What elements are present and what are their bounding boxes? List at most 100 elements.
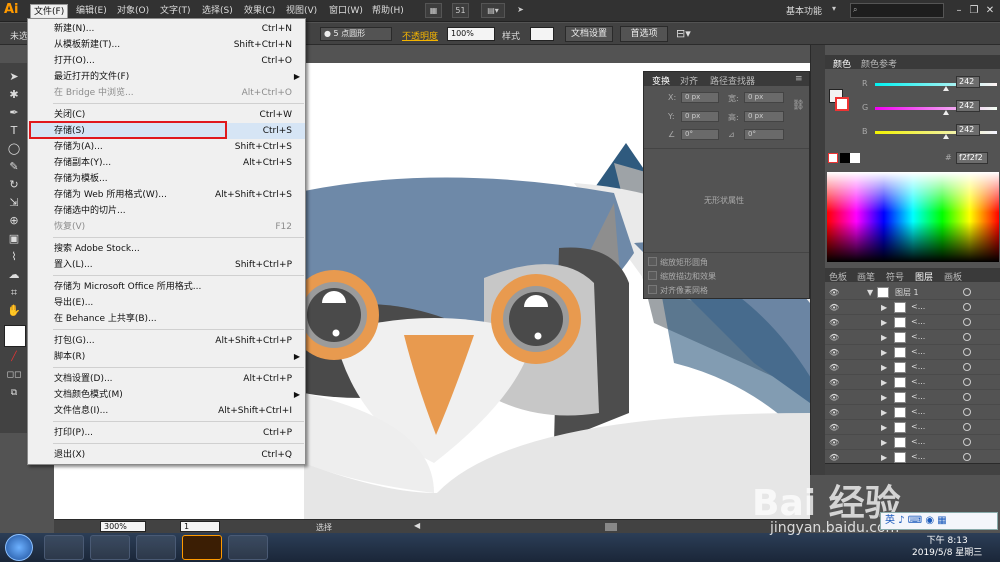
pen-tool-icon[interactable]: ✒ <box>6 105 22 120</box>
workspace-switcher[interactable]: 基本功能 <box>786 4 822 17</box>
white-swatch[interactable] <box>850 153 860 163</box>
target-circle-icon[interactable] <box>963 303 971 311</box>
width-input[interactable]: 0 px <box>744 92 784 103</box>
visibility-eye-icon[interactable]: 👁 <box>829 318 839 327</box>
scale-corners-checkbox[interactable] <box>648 257 657 266</box>
menu-item-save-copy[interactable]: 存储副本(Y)... Alt+Ctrl+S <box>29 155 305 171</box>
tab-transform[interactable]: 变换 <box>652 74 670 87</box>
g-slider-thumb[interactable] <box>943 110 949 115</box>
expand-chevron-icon[interactable]: ▶ <box>881 453 887 462</box>
menu-item-open-recent[interactable]: 最近打开的文件(F) ▶ <box>29 69 305 85</box>
taskbar-illustrator-icon[interactable] <box>182 535 222 560</box>
tab-color-guide[interactable]: 颜色参考 <box>861 57 897 70</box>
taskbar-word-icon[interactable] <box>90 535 130 560</box>
visibility-eye-icon[interactable]: 👁 <box>829 393 839 402</box>
target-circle-icon[interactable] <box>963 348 971 356</box>
stroke-color-swatch[interactable] <box>835 97 849 111</box>
tab-color[interactable]: 颜色 <box>833 57 851 70</box>
minimize-icon[interactable]: – <box>952 4 966 17</box>
visibility-eye-icon[interactable]: 👁 <box>829 288 839 297</box>
menu-item-share-behance[interactable]: 在 Behance 上共享(B)... <box>29 311 305 327</box>
pencil-tool-icon[interactable]: ✎ <box>6 159 22 174</box>
tab-layers[interactable]: 图层 <box>915 270 933 283</box>
horizontal-scrollbar-thumb[interactable] <box>605 523 617 531</box>
b-value-input[interactable]: 242 <box>956 124 980 136</box>
sublayer-row[interactable]: 👁 ▶ <... <box>825 315 1000 330</box>
taskbar-firefox-icon[interactable] <box>136 535 176 560</box>
menu-item-search-stock[interactable]: 搜索 Adobe Stock... <box>29 241 305 257</box>
sublayer-row[interactable]: 👁 ▶ <... <box>825 390 1000 405</box>
target-circle-icon[interactable] <box>963 288 971 296</box>
menu-select[interactable]: 选择(S) <box>199 4 236 19</box>
expand-chevron-icon[interactable]: ▶ <box>881 393 887 402</box>
visibility-eye-icon[interactable]: 👁 <box>829 423 839 432</box>
visibility-eye-icon[interactable]: 👁 <box>829 453 839 462</box>
menu-item-export[interactable]: 导出(E)... <box>29 295 305 311</box>
tab-align[interactable]: 对齐 <box>680 74 698 87</box>
rotate-tool-icon[interactable]: ↻ <box>6 177 22 192</box>
eyedropper-icon[interactable]: ⌇ <box>6 249 22 264</box>
artboard-tool-icon[interactable]: ⌗ <box>6 285 22 300</box>
menu-file[interactable]: 文件(F) <box>30 4 69 19</box>
arrange-icon[interactable]: ⊟▾ <box>676 27 691 40</box>
menu-item-document-setup[interactable]: 文档设置(D)... Alt+Ctrl+P <box>29 371 305 387</box>
scale-tool-icon[interactable]: ⇲ <box>6 195 22 210</box>
color-spectrum[interactable] <box>827 172 999 262</box>
b-slider-thumb[interactable] <box>943 134 949 139</box>
r-slider-thumb[interactable] <box>943 86 949 91</box>
menu-help[interactable]: 帮助(H) <box>369 4 407 19</box>
sublayer-row[interactable]: 👁 ▶ <... <box>825 435 1000 450</box>
magic-wand-icon[interactable]: ✱ <box>6 87 22 102</box>
target-circle-icon[interactable] <box>963 393 971 401</box>
style-swatch[interactable] <box>530 27 554 41</box>
target-circle-icon[interactable] <box>963 318 971 326</box>
expand-chevron-icon[interactable]: ▶ <box>881 348 887 357</box>
expand-chevron-icon[interactable]: ▶ <box>881 438 887 447</box>
none-swatch[interactable] <box>828 153 838 163</box>
stock-badge[interactable]: 51 <box>452 3 469 18</box>
target-circle-icon[interactable] <box>963 438 971 446</box>
target-circle-icon[interactable] <box>963 408 971 416</box>
taskbar-explorer-icon[interactable] <box>44 535 84 560</box>
visibility-eye-icon[interactable]: 👁 <box>829 333 839 342</box>
visibility-eye-icon[interactable]: 👁 <box>829 408 839 417</box>
menu-item-file-info[interactable]: 文件信息(I)... Alt+Shift+Ctrl+I <box>29 403 305 419</box>
expand-chevron-icon[interactable]: ▶ <box>881 363 887 372</box>
gradient-tool-icon[interactable]: ▣ <box>6 231 22 246</box>
menu-item-save-slices[interactable]: 存储选中的切片... <box>29 203 305 219</box>
hex-input[interactable]: f2f2f2 <box>956 152 988 164</box>
expand-chevron-icon[interactable]: ▶ <box>881 333 887 342</box>
ellipse-tool-icon[interactable]: ◯ <box>6 141 22 156</box>
align-pixel-grid-checkbox[interactable] <box>648 285 657 294</box>
visibility-eye-icon[interactable]: 👁 <box>829 363 839 372</box>
stroke-profile-select[interactable]: ● 5 点圆形 <box>320 27 392 41</box>
sublayer-row[interactable]: 👁 ▶ <... <box>825 420 1000 435</box>
expand-chevron-icon[interactable]: ▼ <box>867 288 873 297</box>
sublayer-row[interactable]: 👁 ▶ <... <box>825 345 1000 360</box>
visibility-eye-icon[interactable]: 👁 <box>829 378 839 387</box>
menu-item-new[interactable]: 新建(N)... Ctrl+N <box>29 21 305 37</box>
document-setup-button[interactable]: 文档设置 <box>565 26 613 42</box>
expand-chevron-icon[interactable]: ▶ <box>881 303 887 312</box>
menu-item-package[interactable]: 打包(G)... Alt+Shift+Ctrl+P <box>29 333 305 349</box>
tab-artboards[interactable]: 画板 <box>944 270 962 283</box>
send-icon[interactable]: ➤ <box>512 3 529 18</box>
y-input[interactable]: 0 px <box>681 111 719 122</box>
menu-object[interactable]: 对象(O) <box>114 4 152 19</box>
ime-toolbar[interactable]: 英 ♪ ⌨ ◉ ▦ <box>880 512 998 530</box>
target-circle-icon[interactable] <box>963 453 971 461</box>
system-clock[interactable]: 下午 8:13 2019/5/8 星期三 <box>912 535 982 559</box>
help-search-input[interactable] <box>850 3 944 18</box>
arrange-docs-icon[interactable]: ▤▾ <box>481 3 505 18</box>
menu-item-save-as[interactable]: 存储为(A)... Shift+Ctrl+S <box>29 139 305 155</box>
menu-item-open[interactable]: 打开(O)... Ctrl+O <box>29 53 305 69</box>
selection-tool-icon[interactable]: ➤ <box>6 69 22 84</box>
fill-swatch[interactable] <box>4 325 26 347</box>
menu-item-place[interactable]: 置入(L)... Shift+Ctrl+P <box>29 257 305 273</box>
preferences-button[interactable]: 首选项 <box>620 26 668 42</box>
menu-edit[interactable]: 编辑(E) <box>73 4 110 19</box>
stroke-none-icon[interactable]: ╱ <box>6 350 22 365</box>
menu-item-save-template[interactable]: 存储为模板... <box>29 171 305 187</box>
menu-effect[interactable]: 效果(C) <box>241 4 278 19</box>
menu-view[interactable]: 视图(V) <box>283 4 320 19</box>
